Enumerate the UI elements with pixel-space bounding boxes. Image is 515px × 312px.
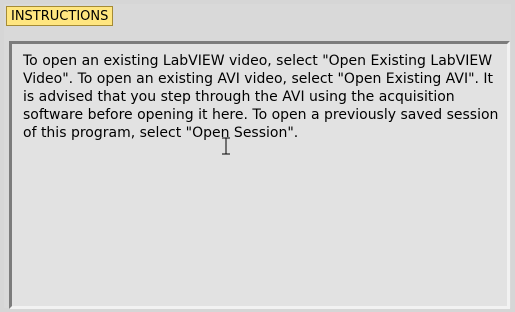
instructions-text: To open an existing LabVIEW video, selec…: [23, 53, 499, 141]
instructions-label: INSTRUCTIONS: [6, 6, 114, 26]
instructions-text-box[interactable]: To open an existing LabVIEW video, selec…: [9, 41, 510, 309]
text-cursor-icon: [222, 137, 230, 155]
